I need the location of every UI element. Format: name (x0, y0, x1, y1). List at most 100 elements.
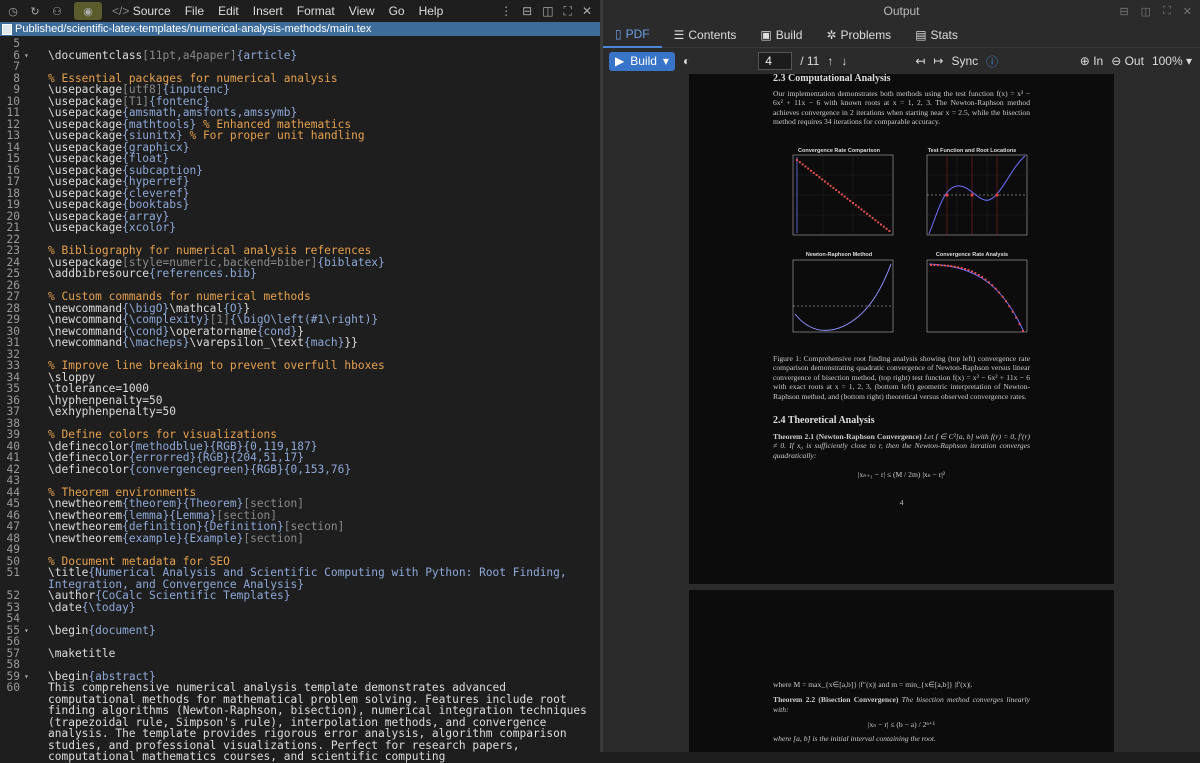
menu-format[interactable]: Format (297, 4, 335, 18)
fold-gutter (22, 96, 36, 108)
fold-chevron-icon[interactable]: ▾ (22, 50, 36, 62)
zoom-in-button[interactable]: ⊕ In (1080, 54, 1103, 68)
more-icon[interactable]: ⋮ (500, 4, 512, 19)
bisection-point (871, 217, 874, 220)
editor-line[interactable]: 25 \addbibresource{references.bib} (0, 268, 600, 280)
file-path-bar[interactable]: Published/scientific-latex-templates/num… (0, 22, 600, 36)
fold-gutter (22, 188, 36, 200)
sync-left-icon[interactable]: ↤ (915, 54, 925, 68)
page-total: / 11 (800, 54, 820, 68)
editor-line[interactable]: 60 This comprehensive numerical analysis … (0, 682, 600, 763)
observed-rate-point (967, 269, 970, 272)
zoom-select[interactable]: 100% ▾ (1152, 54, 1200, 68)
editor-line[interactable]: 21 \usepackage{xcolor} (0, 222, 600, 234)
menu-file[interactable]: File (185, 4, 204, 18)
ai-assistant-icon[interactable]: ◉ (74, 2, 102, 20)
history-icon[interactable]: ◷ (4, 2, 22, 20)
editor-line[interactable]: 53 \date{\today} (0, 601, 600, 614)
close-icon[interactable]: ✕ (1183, 5, 1192, 18)
bug-icon: ✲ (826, 27, 837, 42)
help-icon[interactable]: ⓘ (986, 53, 998, 70)
split-vertical-icon[interactable]: ◫ (542, 4, 553, 19)
editor-line[interactable]: 57 \maketitle (0, 647, 600, 660)
fold-gutter (22, 303, 36, 315)
editor-line[interactable]: 49 (0, 544, 600, 556)
editor-line[interactable]: 42 \definecolor{convergencegreen}{RGB}{0,… (0, 463, 600, 476)
line-number: 15 (6, 152, 20, 165)
code-editor[interactable]: 5 6 ▾ \documentclass[11pt,a4paper]{article}… (0, 38, 600, 762)
menu-go[interactable]: Go (389, 4, 405, 18)
line-number: 29 (6, 313, 20, 326)
chevron-down-icon[interactable]: ▾ (663, 54, 669, 68)
menu-edit[interactable]: Edit (218, 4, 239, 18)
bisection-point (832, 186, 835, 189)
editor-line[interactable]: 55 ▾ \begin{document} (0, 624, 600, 637)
page-number-input[interactable] (758, 52, 793, 70)
bisection-point (798, 161, 801, 164)
editor-line[interactable]: 43 (0, 475, 600, 487)
fold-chevron-icon[interactable]: ▾ (22, 671, 36, 683)
dark-mode-icon[interactable]: ◐ (683, 54, 690, 68)
output-tabs: ▯ PDF ☰ Contents ▣ Build ✲ Problems ▤ Stats (603, 22, 1200, 48)
agent-icon[interactable]: ⚇ (48, 2, 66, 20)
zoom-out-button[interactable]: ⊖ Out (1111, 54, 1144, 68)
bisection-point (885, 227, 888, 230)
line-number: 47 (6, 520, 20, 533)
editor-line[interactable]: 37 \exhyphenpenalty=50 (0, 406, 600, 418)
document-icon: ▤ (915, 27, 927, 42)
line-number: 56 (6, 635, 20, 648)
figure-caption: Figure 1: Comprehensive root finding ana… (773, 354, 1030, 401)
tab-contents[interactable]: ☰ Contents (662, 22, 749, 48)
sync-right-icon[interactable]: ↦ (933, 54, 943, 68)
pdf-viewer[interactable]: 2.3 Computational Analysis Our implement… (603, 74, 1200, 752)
pdf-toolbar: ▶Build▾ ◐ / 11 ↑ ↓ ↤ ↦ Sync ⓘ ⊕ In ⊖ Out… (603, 48, 1200, 74)
editor-line[interactable]: 6 ▾ \documentclass[11pt,a4paper]{article} (0, 48, 600, 62)
bisection-point (888, 229, 891, 232)
arrow-down-icon[interactable]: ↓ (841, 54, 847, 68)
split-horizontal-icon[interactable]: ⊟ (1119, 5, 1128, 18)
line-number: 43 (6, 474, 20, 487)
split-vertical-icon[interactable]: ◫ (1141, 5, 1151, 18)
line-code: \documentclass[11pt,a4paper]{article} (48, 48, 298, 62)
editor-line[interactable]: 7 (0, 61, 600, 73)
fold-chevron-icon[interactable]: ▾ (22, 625, 36, 637)
tab-build[interactable]: ▣ Build (748, 22, 814, 48)
fold-gutter (22, 487, 36, 499)
observed-rate-point (943, 264, 946, 267)
editor-line[interactable]: 51 \title{Numerical Analysis and Scientif… (0, 567, 600, 590)
line-number: 13 (6, 129, 20, 142)
output-pane: Output ⊟ ◫ ⛶ ✕ ▯ PDF ☰ Contents ▣ Build ✲ Pr… (603, 0, 1200, 752)
fullscreen-icon[interactable]: ⛶ (564, 4, 572, 19)
fold-gutter (22, 245, 36, 257)
close-icon[interactable]: ✕ (582, 4, 592, 19)
menu-insert[interactable]: Insert (253, 4, 283, 18)
sync-button[interactable]: Sync (951, 54, 978, 68)
line-code: \addbibresource{references.bib} (48, 267, 257, 280)
file-icon (2, 23, 12, 35)
bisection-point (810, 169, 812, 172)
tab-stats[interactable]: ▤ Stats (903, 22, 970, 48)
split-horizontal-icon[interactable]: ⊟ (522, 4, 532, 19)
editor-line[interactable]: 48 \newtheorem{example}{Example}[section] (0, 532, 600, 545)
refresh-icon[interactable]: ↻ (26, 2, 44, 20)
menu-view[interactable]: View (349, 4, 375, 18)
editor-line[interactable]: 31 \newcommand{\macheps}\varepsilon_\text… (0, 337, 600, 349)
line-number: 31 (6, 336, 20, 349)
build-button[interactable]: ▶ Build ▾ (609, 51, 675, 71)
line-number: 54 (6, 612, 20, 625)
menu-help[interactable]: Help (419, 4, 444, 18)
observed-rate-point (987, 281, 990, 284)
fold-gutter (22, 510, 36, 522)
line-number: 58 (6, 658, 20, 671)
observed-rate-point (991, 284, 994, 287)
bisection-point (874, 219, 877, 222)
tab-problems[interactable]: ✲ Problems (814, 22, 903, 48)
source-button[interactable]: </> Source (112, 4, 171, 18)
bisection-point (866, 212, 868, 215)
tab-pdf[interactable]: ▯ PDF (603, 22, 662, 48)
arrow-up-icon[interactable]: ↑ (827, 54, 833, 68)
fullscreen-icon[interactable]: ⛶ (1163, 5, 1171, 18)
file-path: Published/scientific-latex-templates/num… (15, 23, 372, 35)
